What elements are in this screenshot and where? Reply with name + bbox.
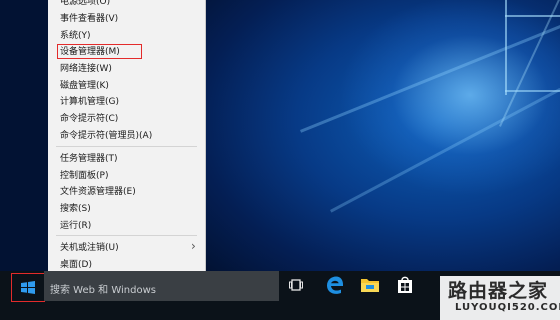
- winx-context-menu: 电源选项(O) 事件查看器(V) 系统(Y) 设备管理器(M) 网络连接(W) …: [48, 0, 206, 272]
- watermark-text-en: LUYOUQI520.COM: [455, 302, 560, 313]
- menu-item-file-explorer[interactable]: 文件资源管理器(E): [60, 186, 136, 198]
- windows-logo-icon: [21, 281, 35, 294]
- menu-item-system[interactable]: 系统(Y): [60, 30, 91, 42]
- menu-separator: [56, 146, 197, 147]
- menu-item-event-viewer[interactable]: 事件查看器(V): [60, 13, 118, 25]
- search-placeholder: 搜索 Web 和 Windows: [50, 285, 156, 296]
- watermark-text-cn: 路由器之家: [448, 280, 549, 302]
- menu-item-shutdown-signout[interactable]: 关机或注销(U): [60, 242, 119, 254]
- file-explorer-icon: [361, 279, 379, 292]
- menu-separator: [56, 235, 197, 236]
- file-explorer-button[interactable]: [360, 276, 380, 298]
- task-view-button[interactable]: [287, 277, 305, 299]
- store-icon: [398, 276, 412, 293]
- menu-item-power-options[interactable]: 电源选项(O): [60, 0, 110, 8]
- task-view-icon: [289, 279, 303, 291]
- menu-item-disk-management[interactable]: 磁盘管理(K): [60, 80, 109, 92]
- menu-item-run[interactable]: 运行(R): [60, 220, 91, 232]
- menu-item-task-manager[interactable]: 任务管理器(T): [60, 153, 118, 165]
- menu-item-desktop[interactable]: 桌面(D): [60, 259, 92, 271]
- light-beam: [499, 0, 560, 127]
- edge-button[interactable]: [324, 274, 346, 300]
- menu-item-control-panel[interactable]: 控制面板(P): [60, 170, 108, 182]
- start-button[interactable]: [11, 273, 45, 302]
- menu-item-computer-management[interactable]: 计算机管理(G): [60, 96, 119, 108]
- edge-icon: [327, 276, 344, 294]
- light-beam: [505, 90, 560, 92]
- menu-item-device-manager[interactable]: 设备管理器(M): [60, 46, 120, 58]
- menu-item-command-prompt-admin[interactable]: 命令提示符(管理员)(A): [60, 130, 152, 142]
- menu-item-search[interactable]: 搜索(S): [60, 203, 91, 215]
- menu-item-command-prompt[interactable]: 命令提示符(C): [60, 113, 118, 125]
- store-button[interactable]: [396, 275, 414, 299]
- menu-item-network-connections[interactable]: 网络连接(W): [60, 63, 112, 75]
- chevron-right-icon: ›: [191, 239, 196, 253]
